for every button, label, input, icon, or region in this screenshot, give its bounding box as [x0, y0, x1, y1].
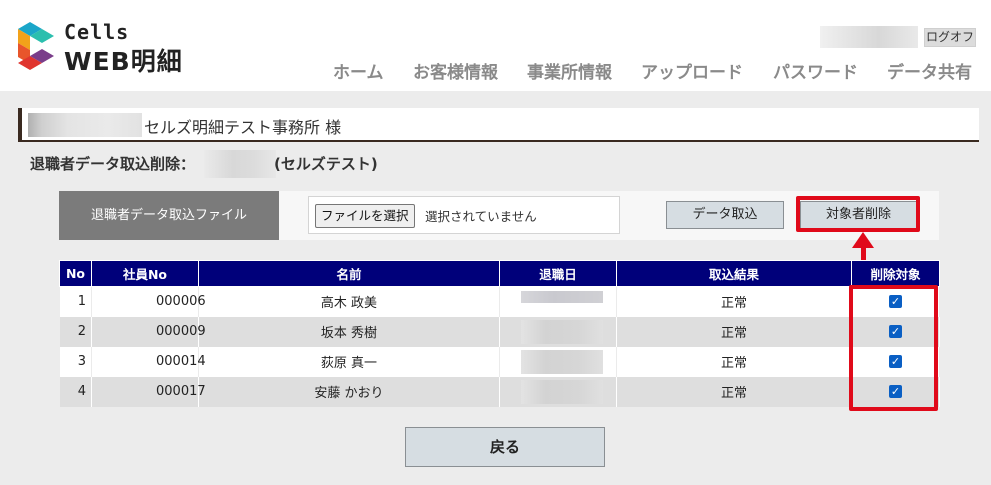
cell-retire-date — [499, 316, 617, 347]
cell-no: 3 — [59, 346, 92, 377]
checkbox-column-highlight — [849, 285, 938, 411]
file-input[interactable]: ファイルを選択 選択されていません — [308, 196, 620, 234]
table-row: 1 000006 高木 政美 正常 ✓ — [59, 286, 940, 317]
cell-result: 正常 — [616, 376, 852, 407]
cell-no: 2 — [59, 316, 92, 347]
retire-date-redacted — [521, 319, 603, 344]
table-row: 4 000017 安藤 かおり 正常 ✓ — [59, 376, 940, 407]
cell-result: 正常 — [616, 286, 852, 317]
nav-password[interactable]: パスワード — [773, 58, 858, 83]
cell-name: 安藤 かおり — [198, 376, 500, 407]
logo-text-cells: Cells — [64, 20, 130, 44]
cell-no: 4 — [59, 376, 92, 407]
cell-no: 1 — [59, 286, 92, 317]
nav-office-info[interactable]: 事業所情報 — [527, 58, 612, 83]
col-header-name: 名前 — [198, 260, 500, 287]
file-status-text: 選択されていません — [425, 209, 537, 224]
delete-button-highlight — [796, 196, 920, 232]
annotation-arrow-up-icon — [852, 232, 874, 248]
retire-date-redacted — [521, 291, 603, 303]
office-name: セルズ明細テスト事務所 様 — [144, 118, 342, 137]
office-code-redacted — [28, 113, 142, 137]
nav-upload[interactable]: アップロード — [641, 58, 743, 83]
col-header-retire-date: 退職日 — [499, 260, 617, 287]
cell-name: 坂本 秀樹 — [198, 316, 500, 347]
cell-name: 高木 政美 — [198, 286, 500, 317]
retire-date-redacted — [521, 379, 603, 404]
page-title-suffix: (セルズテスト) — [274, 155, 378, 173]
page-title: 退職者データ取込削除： — [30, 155, 196, 173]
cell-retire-date — [499, 286, 617, 317]
col-header-employee-no: 社員No — [91, 260, 199, 287]
table-row: 2 000009 坂本 秀樹 正常 ✓ — [59, 316, 940, 347]
page-header: Cells WEB明細 ログオフ ホーム お客様情報 事業所情報 アップロード … — [0, 0, 991, 91]
logoff-button[interactable]: ログオフ — [924, 28, 976, 47]
data-import-button[interactable]: データ取込 — [666, 201, 784, 229]
title-company-redacted — [204, 150, 276, 178]
table-row: 3 000014 荻原 真一 正常 ✓ — [59, 346, 940, 377]
table-header-row: No 社員No 名前 退職日 取込結果 削除対象 — [59, 260, 940, 287]
back-button[interactable]: 戻る — [405, 427, 605, 467]
cell-retire-date — [499, 376, 617, 407]
cell-name: 荻原 真一 — [198, 346, 500, 377]
col-header-delete-target: 削除対象 — [851, 260, 940, 287]
cell-result: 正常 — [616, 346, 852, 377]
cell-employee-no: 000014 — [91, 346, 206, 377]
nav-home[interactable]: ホーム — [333, 58, 384, 83]
cell-employee-no: 000009 — [91, 316, 206, 347]
nav-customer-info[interactable]: お客様情報 — [413, 58, 498, 83]
retire-date-redacted — [521, 349, 603, 374]
main-nav: ホーム お客様情報 事業所情報 アップロード パスワード データ共有 — [0, 58, 991, 86]
col-header-no: No — [59, 260, 92, 287]
cell-employee-no: 000017 — [91, 376, 206, 407]
choose-file-button[interactable]: ファイルを選択 — [315, 204, 415, 228]
office-bar: セルズ明細テスト事務所 様 — [18, 108, 979, 142]
import-file-label: 退職者データ取込ファイル — [59, 191, 279, 240]
retiree-table: No 社員No 名前 退職日 取込結果 削除対象 1 000006 高木 政美 … — [59, 260, 940, 407]
nav-data-share[interactable]: データ共有 — [887, 58, 972, 83]
cell-employee-no: 000006 — [91, 286, 206, 317]
user-name-redacted — [820, 26, 918, 48]
cell-retire-date — [499, 346, 617, 377]
col-header-import-result: 取込結果 — [616, 260, 852, 287]
cell-result: 正常 — [616, 316, 852, 347]
